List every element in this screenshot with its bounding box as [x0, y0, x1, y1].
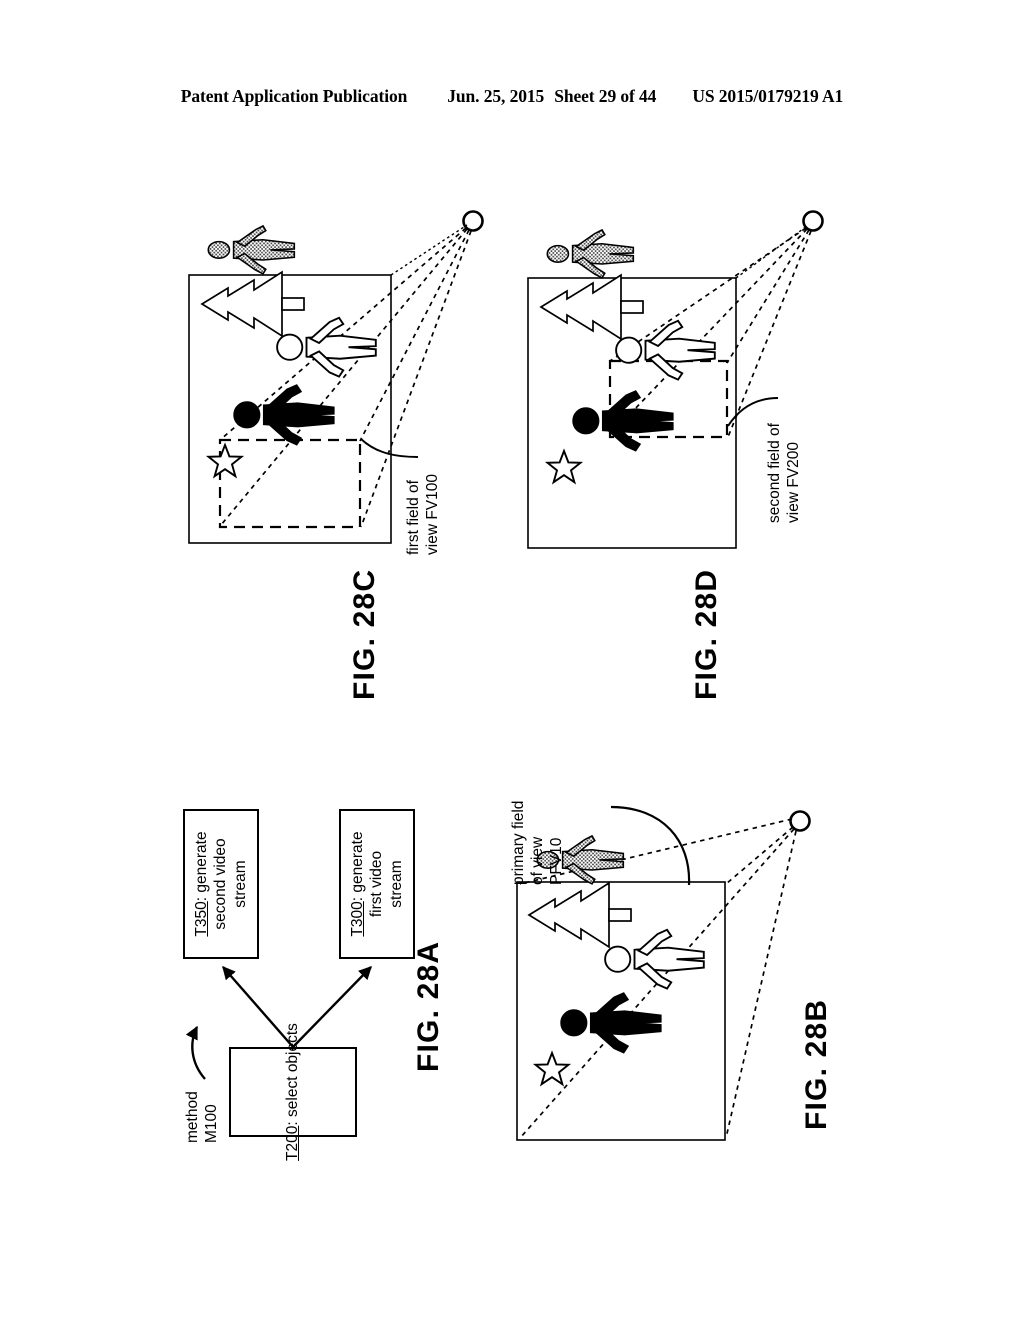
flowchart-box-t350-text: T350: generate second video stream — [192, 831, 251, 936]
figure-label-28b-text: FIG. 28B — [800, 998, 833, 1130]
figure-label-28c-text: FIG. 28C — [348, 568, 381, 700]
figure-label-28d-text: FIG. 28D — [690, 568, 723, 700]
header-publication-title: Patent Application Publication — [180, 86, 408, 106]
figure-label-28d: FIG. 28D — [690, 569, 724, 700]
figure-28a: method M100 T200: select objects T350: g… — [175, 765, 435, 1161]
figure-28d-drawing — [527, 210, 824, 549]
figure-label-28b: FIG. 28B — [800, 999, 834, 1130]
figure-label-28c: FIG. 28C — [348, 569, 382, 700]
tree-figure-28d — [539, 273, 644, 341]
scene-frustum-edge-28c — [390, 224, 468, 276]
header-publication-number: US 2015/0179219 A1 — [692, 86, 844, 106]
callout-28b-line2: of view — [529, 836, 546, 885]
flowchart-box-t350[interactable]: T350: generate second video stream — [183, 809, 259, 959]
flowchart-box-t200[interactable]: T200: select objects — [229, 1023, 357, 1161]
figure-28c-drawing — [188, 210, 484, 544]
header-date: Jun. 25, 2015 — [447, 86, 545, 106]
tree-figure-28c — [200, 270, 305, 338]
callout-second-field-of-view-28d: second field of view FV200 — [765, 363, 803, 523]
person-figure-solid-28c — [233, 384, 335, 446]
flowchart-box-t300-line2: first video — [368, 850, 386, 918]
callout-first-field-of-view-28c: first field of view FV100 — [404, 405, 442, 555]
callout-28b-line3: PFV10 — [548, 837, 565, 885]
flowchart-box-t300-line1: T300: generate — [348, 831, 366, 937]
star-figure-28c — [205, 442, 245, 479]
person-figure-solid-28b — [560, 992, 662, 1054]
star-figure-28d — [544, 448, 584, 485]
flowchart-box-t200-label: T200: select objects — [284, 1023, 302, 1161]
callout-28c-line1: first field of — [405, 480, 422, 555]
method-pointer-arrow — [185, 1025, 206, 1080]
figure-28d: second field of view FV200 — [515, 195, 855, 565]
flowchart-box-t350-line3: stream — [231, 860, 249, 908]
first-field-of-view-box-28c — [218, 438, 362, 529]
person-figure-hatched-28c — [207, 224, 296, 275]
person-figure-outline-28d — [615, 319, 716, 381]
flowchart-box-t350-line1: T350: generate — [192, 831, 210, 937]
connector-t200-t300 — [292, 966, 372, 1048]
flowchart-box-t200-text: T200: select objects — [283, 1023, 303, 1161]
camera-viewpoint-28d — [802, 210, 824, 232]
person-figure-outline-28c — [276, 316, 377, 378]
star-figure-28b — [532, 1050, 572, 1087]
scene-frustum-edge-28d — [735, 225, 808, 279]
flowchart-box-t300[interactable]: T300: generate first video stream — [339, 809, 415, 959]
person-figure-solid-28d — [572, 390, 674, 452]
tree-figure-28b — [527, 881, 632, 949]
person-figure-hatched-28d — [546, 228, 635, 279]
header-sheet-number: Sheet 29 of 44 — [554, 86, 657, 106]
callout-primary-field-of-view-28b: primary field of view PFV10 — [509, 735, 566, 885]
callout-28c-line2: view FV100 — [424, 474, 441, 555]
callout-28d-line1: second field of — [766, 423, 783, 523]
callout-28d-line2: view FV200 — [785, 442, 802, 523]
callout-28b-line1: primary field — [510, 800, 527, 885]
person-figure-outline-28b — [604, 928, 705, 990]
flowchart-box-t300-text: T300: generate first video stream — [348, 831, 407, 936]
flowchart-box-t350-line2: second video — [212, 838, 230, 930]
figure-label-28a: FIG. 28A — [412, 941, 446, 1072]
figure-label-28a-text: FIG. 28A — [412, 940, 445, 1072]
page-header: Patent Application Publication Jun. 25, 2… — [0, 86, 1024, 107]
camera-viewpoint-28c — [462, 210, 484, 232]
figure-28b: primary field of view PFV10 — [495, 745, 845, 1165]
figure-28c: first field of view FV100 — [180, 195, 510, 565]
flowchart-box-t300-line3: stream — [387, 860, 405, 908]
